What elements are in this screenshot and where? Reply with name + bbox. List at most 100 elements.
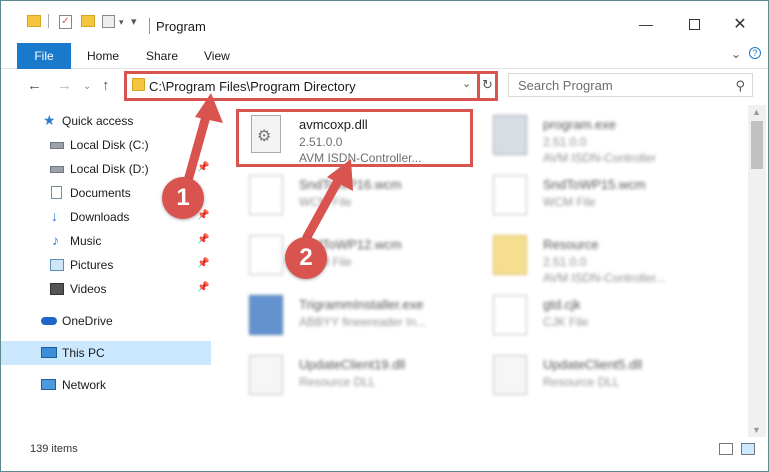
chevron-down-icon: ⌄ [83,81,92,92]
tab-view[interactable]: View [204,49,230,63]
computer-icon [41,347,57,358]
star-icon: ★ [43,112,56,128]
sidebar-item-label: Local Disk (D:) [70,162,149,176]
sidebar-item-label: OneDrive [62,314,113,328]
dll-icon: ⚙ [251,115,281,153]
sidebar-item-label: Documents [70,186,131,200]
pin-icon: 📌 [197,282,210,293]
sidebar-item-network[interactable]: Network [1,373,211,397]
document-icon [493,175,527,215]
installer-icon [249,295,283,335]
sidebar-item-onedrive[interactable]: OneDrive [1,309,211,333]
file-item-updateclient5[interactable]: UpdateClient5.dll Resource DLL [481,349,721,409]
file-type: WCM File [543,195,596,209]
file-item-program-exe[interactable]: program.exe 2.51.0.0 AVM ISDN-Controller [481,109,721,169]
dll-icon [493,355,527,395]
file-item-avmcoxp-dll[interactable]: ⚙ avmcoxp.dll 2.51.0.0 AVM ISDN-Controll… [237,109,477,169]
file-item-trigramminstaller[interactable]: TrigrammInstaller.exe ABBYY fineereader … [237,289,477,349]
up-arrow-icon: ↑ [102,77,110,94]
tiles-view-icon[interactable] [741,443,755,455]
new-folder-icon[interactable] [81,15,95,27]
customize-icon[interactable] [102,15,115,28]
close-button[interactable]: ✕ [717,9,763,39]
maximize-icon [688,18,700,30]
tab-file[interactable]: File [17,43,71,69]
search-input[interactable]: Search Program ⚲ [508,73,753,97]
details-view-icon[interactable] [719,443,733,455]
address-folder-icon [132,78,145,91]
sidebar-item-label: This PC [62,346,105,360]
sidebar-item-label: Network [62,378,107,392]
scroll-down-icon[interactable]: ▼ [752,425,761,435]
callout-badge-2: 2 [285,237,327,279]
help-icon[interactable]: ? [749,47,761,59]
file-type: Resource DLL [299,375,376,389]
sidebar-item-label: Pictures [70,258,114,272]
file-item-sndtowp16[interactable]: SndToWP16.wcm WCM File [237,169,477,229]
ribbon: File Home Share View ⌄ ? [1,39,768,69]
pictures-icon [50,259,64,271]
pin-icon: 📌 [197,258,210,269]
sidebar-item-label: Quick access [62,114,134,128]
drive-icon [50,166,64,173]
file-item-sndtowp12[interactable]: SndToWP12.wcm WCM File [237,229,477,289]
file-version: 2.51.0.0 [543,255,587,269]
file-type: WCM File [299,195,352,209]
maximize-button[interactable] [671,9,717,39]
dll-icon [249,355,283,395]
address-divider [477,71,480,101]
file-name: TrigrammInstaller.exe [299,297,424,312]
window-title: Program [156,19,206,34]
minimize-button[interactable]: ― [623,9,669,39]
address-field[interactable]: C:\Program Files\Program Directory [127,74,477,98]
quick-access-dropdown-icon[interactable]: ▾ [131,15,137,28]
forward-button[interactable]: → [57,77,72,94]
sidebar-item-local-disk-c[interactable]: Local Disk (C:) [1,133,211,157]
resource-icon [493,235,527,275]
sidebar-item-this-pc[interactable]: This PC [1,341,211,365]
back-button[interactable]: ← [27,77,42,94]
ribbon-expand-icon[interactable]: ⌄ [731,47,741,61]
search-icon: ⚲ [735,78,745,93]
title-bar: ✓ ▾ ▾ Program ― ✕ [1,1,768,39]
customize-dropdown-icon[interactable]: ▾ [119,17,124,28]
address-path: C:\Program Files\Program Directory [149,78,356,94]
document-icon [249,235,283,275]
scroll-thumb[interactable] [751,121,763,169]
sidebar-item-label: Downloads [70,210,130,224]
folder-icon[interactable] [27,15,41,27]
sidebar-item-videos[interactable]: Videos 📌 [1,277,211,301]
file-description: ABBYY fineereader In... [299,315,427,329]
address-bar[interactable]: C:\Program Files\Program Directory ⌄ ↻ [124,71,498,101]
item-count: 139 items [30,443,78,455]
address-dropdown-icon[interactable]: ⌄ [462,77,471,90]
status-bar: 139 items [1,439,768,461]
file-name: program.exe [543,117,616,132]
downloads-icon: ↓ [51,208,58,224]
file-item-updateclient19[interactable]: UpdateClient19.dll Resource DLL [237,349,477,409]
document-icon [249,175,283,215]
close-icon: ✕ [733,16,747,33]
music-icon: ♪ [52,232,59,248]
properties-icon[interactable]: ✓ [59,15,72,29]
recent-locations-button[interactable]: ⌄ [83,81,91,92]
file-version: 2.51.0.0 [299,135,343,149]
network-icon [41,379,56,390]
scroll-up-icon[interactable]: ▲ [752,107,761,117]
minimize-icon: ― [639,16,653,32]
drive-icon [50,142,64,149]
tab-share[interactable]: Share [146,49,178,63]
tab-home[interactable]: Home [87,49,119,63]
vertical-scrollbar[interactable]: ▲ ▼ [748,105,766,437]
file-item-resource[interactable]: Resource 2.51.0.0 AVM ISDN-Controller... [481,229,721,289]
sidebar-item-quick-access[interactable]: ★ Quick access [1,109,211,133]
refresh-icon[interactable]: ↻ [482,77,493,93]
file-name: SndToWP15.wcm [543,177,646,192]
sidebar-item-music[interactable]: ♪ Music 📌 [1,229,211,253]
file-item-sndtowp15[interactable]: SndToWP15.wcm WCM File [481,169,721,229]
up-button[interactable]: ↑ [102,77,110,94]
search-placeholder: Search Program [518,78,613,93]
file-item-gtd-cjk[interactable]: gtd.cjk CJK File [481,289,721,349]
forward-arrow-icon: → [57,77,72,94]
sidebar-item-pictures[interactable]: Pictures 📌 [1,253,211,277]
